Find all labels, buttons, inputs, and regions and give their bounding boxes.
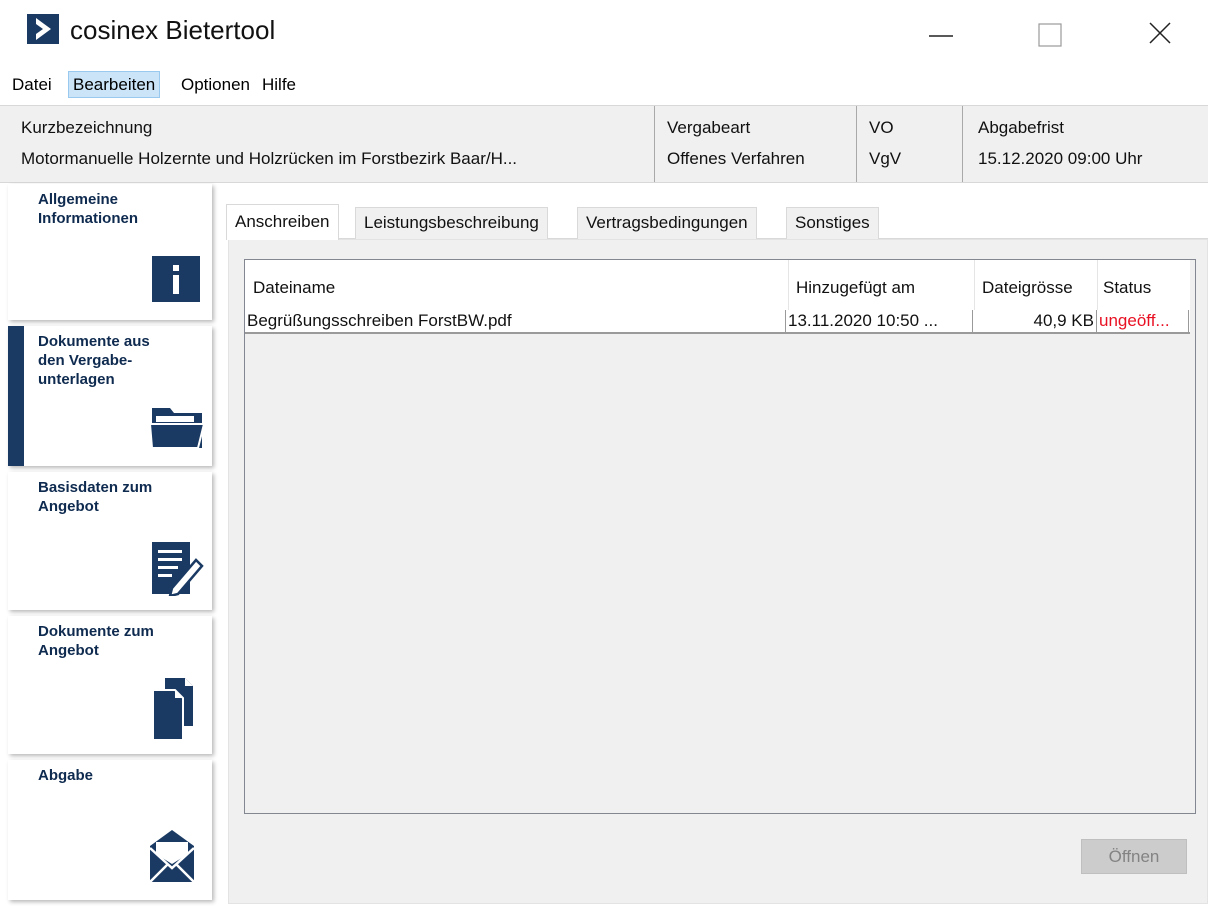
cell-hinzugefuegt: 13.11.2020 10:50 ... [788,311,938,330]
kurzbezeichnung-label: Kurzbezeichnung [21,118,153,137]
kurzbezeichnung-cell: Kurzbezeichnung Motormanuelle Holzernte … [21,106,651,182]
divider [654,106,655,182]
divider [856,106,857,182]
menu-datei[interactable]: Datei [8,71,56,98]
sidebar-item-label: Dokumente zum Angebot [38,623,154,659]
sidebar-item-dokumente-vergabeunterlagen[interactable]: Dokumente aus den Vergabe- unterlagen [8,326,212,466]
column-header-hinzugefuegt[interactable]: Hinzugefügt am [788,260,974,310]
cell-dateiname: Begrüßungsschreiben ForstBW.pdf [247,311,512,330]
menu-optionen[interactable]: Optionen [177,71,254,98]
tab-panel: Dateiname Hinzugefügt am Dateigrösse Sta… [228,239,1208,904]
sidebar-item-allgemeine-informationen[interactable]: Allgemeine Informationen [8,184,212,320]
vo-cell: VO VgV [869,106,959,182]
vo-value: VgV [869,149,902,168]
table-row[interactable]: Begrüßungsschreiben ForstBW.pdf 13.11.20… [245,310,1190,334]
sidebar-item-label: Dokumente aus den Vergabe- unterlagen [38,333,150,388]
envelope-icon [149,830,195,883]
main-content: Anschreiben Leistungsbeschreibung Vertra… [226,194,1208,906]
sidebar-item-dokumente-angebot[interactable]: Dokumente zum Angebot [8,616,212,754]
minimize-icon[interactable] [910,8,970,52]
cell-dateigroesse: 40,9 KB [1033,311,1095,330]
vo-label: VO [869,118,894,137]
tab-sonstiges[interactable]: Sonstiges [786,207,879,239]
tab-anschreiben[interactable]: Anschreiben [226,204,339,240]
open-button[interactable]: Öffnen [1081,839,1187,874]
window-title: cosinex Bietertool [70,15,276,45]
documents-icon [152,678,193,741]
cell-divider [1188,310,1189,332]
tab-vertragsbedingungen[interactable]: Vertragsbedingungen [577,207,757,239]
sidebar-item-label: Basisdaten zum Angebot [38,479,153,515]
table-header: Dateiname Hinzugefügt am Dateigrösse Sta… [245,260,1190,310]
column-header-dateiname[interactable]: Dateiname [245,260,788,310]
vergabeart-cell: Vergabeart Offenes Verfahren [667,106,857,182]
sidebar-item-abgabe[interactable]: Abgabe [8,760,212,900]
edit-document-icon [152,542,204,596]
menu-bar: Datei Bearbeiten Optionen Hilfe [0,64,1208,104]
column-header-status[interactable]: Status [1097,260,1190,310]
sidebar: Allgemeine Informationen Dokumente aus d… [0,184,216,906]
maximize-icon[interactable] [1020,8,1080,52]
abgabefrist-label: Abgabefrist [978,118,1064,137]
sidebar-item-label: Abgabe [38,767,94,784]
info-icon [152,256,200,302]
folder-icon [148,408,204,449]
column-header-dateigroesse[interactable]: Dateigrösse [974,260,1097,310]
close-icon[interactable] [1130,8,1190,52]
menu-bearbeiten[interactable]: Bearbeiten [68,71,161,98]
documents-table[interactable]: Dateiname Hinzugefügt am Dateigrösse Sta… [244,259,1196,814]
tab-leistungsbeschreibung[interactable]: Leistungsbeschreibung [355,207,548,239]
tender-info-bar: Kurzbezeichnung Motormanuelle Holzernte … [0,105,1208,183]
abgabefrist-cell: Abgabefrist 15.12.2020 09:00 Uhr [978,106,1198,182]
chevron-right-icon [27,14,59,44]
kurzbezeichnung-value: Motormanuelle Holzernte und Holzrücken i… [21,149,518,168]
cell-status: ungeöff... [1099,311,1170,330]
title-bar: cosinex Bietertool [0,0,1208,64]
vergabeart-value: Offenes Verfahren [667,149,805,168]
sidebar-item-basisdaten-angebot[interactable]: Basisdaten zum Angebot [8,472,212,610]
abgabefrist-value: 15.12.2020 09:00 Uhr [978,149,1143,168]
menu-hilfe[interactable]: Hilfe [258,71,300,98]
sidebar-item-label: Allgemeine Informationen [38,191,138,227]
divider [962,106,963,182]
tab-strip: Anschreiben Leistungsbeschreibung Vertra… [226,204,1208,240]
vergabeart-label: Vergabeart [667,118,751,137]
